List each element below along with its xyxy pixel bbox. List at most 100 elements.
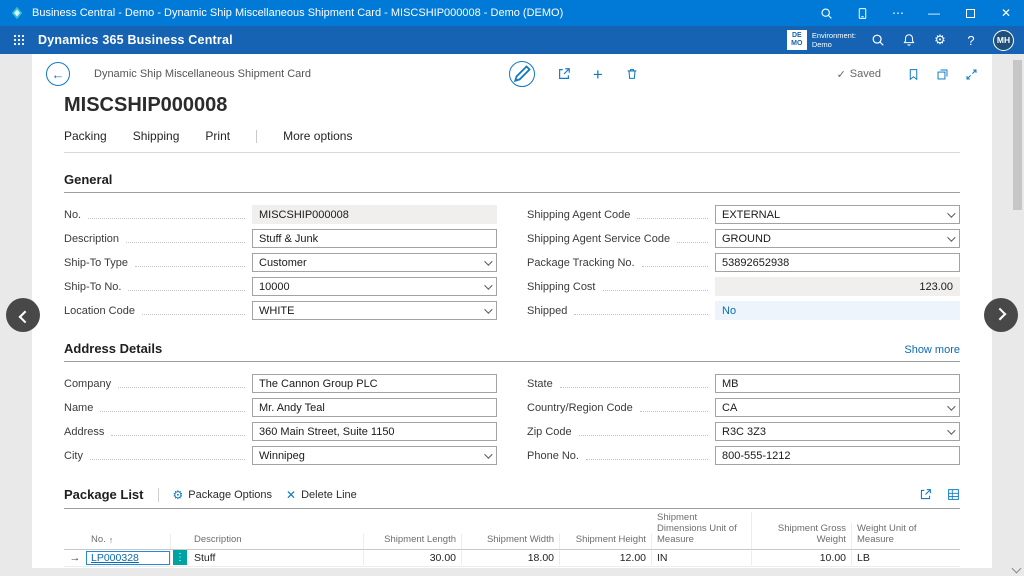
environment-badge[interactable]: DE MO Environment: Demo xyxy=(787,30,856,50)
chevron-down-icon xyxy=(484,257,492,265)
field-shipped: Shipped No xyxy=(527,301,960,320)
column-description[interactable]: Description xyxy=(189,534,364,549)
table-row[interactable]: LP000329 Junk 20.00 12.00 8.00 IN 5.00 L… xyxy=(64,567,960,568)
description-cell[interactable]: Stuff xyxy=(189,551,364,565)
titlebar-controls: ⋯ — ✕ xyxy=(808,0,1024,26)
length-cell[interactable]: 30.00 xyxy=(364,551,462,565)
column-shipment-height[interactable]: Shipment Height xyxy=(560,534,652,549)
column-weight-uom[interactable]: Weight Unit of Measure xyxy=(852,523,942,549)
field-country-region-code: Country/Region Code CA xyxy=(527,398,960,417)
column-shipment-length[interactable]: Shipment Length xyxy=(364,534,462,549)
chevron-down-icon xyxy=(947,209,955,217)
page-title: MISCSHIP000008 xyxy=(64,94,960,117)
menu-packing[interactable]: Packing xyxy=(64,129,107,143)
zip-code-select[interactable]: R3C 3Z3 xyxy=(715,422,960,441)
chevron-right-icon xyxy=(993,307,1006,320)
ship-to-type-select[interactable]: Customer xyxy=(252,253,497,272)
delete-line-icon: ✕ xyxy=(286,489,296,501)
city-select[interactable]: Winnipeg xyxy=(252,446,497,465)
share-button[interactable] xyxy=(557,67,571,81)
column-dimensions-uom[interactable]: Shipment Dimensions Unit of Measure xyxy=(652,512,752,549)
shipping-agent-code-select[interactable]: EXTERNAL xyxy=(715,205,960,224)
bookmark-icon[interactable] xyxy=(907,68,920,81)
field-city: City Winnipeg xyxy=(64,446,497,465)
browser-more-icon[interactable]: ⋯ xyxy=(880,0,916,26)
shipping-agent-service-code-select[interactable]: GROUND xyxy=(715,229,960,248)
state-field[interactable]: MB xyxy=(715,374,960,393)
row-selector-icon: → xyxy=(64,552,86,564)
package-tracking-no-field[interactable]: 53892652938 xyxy=(715,253,960,272)
user-avatar[interactable]: MH xyxy=(993,30,1014,51)
no-cell[interactable]: LP000328 xyxy=(86,551,171,565)
card-header-right-icons xyxy=(907,68,978,81)
product-title[interactable]: Dynamics 365 Business Central xyxy=(38,33,233,47)
search-icon[interactable] xyxy=(808,0,844,26)
column-shipment-width[interactable]: Shipment Width xyxy=(462,534,560,549)
check-icon: ✓ xyxy=(837,68,846,81)
location-code-select[interactable]: WHITE xyxy=(252,301,497,320)
waffle-icon[interactable] xyxy=(0,26,38,54)
field-shipping-cost: Shipping Cost 123.00 xyxy=(527,277,960,296)
company-field[interactable]: The Cannon Group PLC xyxy=(252,374,497,393)
width-cell[interactable]: 18.00 xyxy=(462,551,560,565)
table-row[interactable]: → LP000328 ⋮ Stuff 30.00 18.00 12.00 IN … xyxy=(64,550,960,567)
column-no[interactable]: No.↑ xyxy=(86,534,171,549)
scroll-down-arrow-icon[interactable] xyxy=(1012,564,1022,574)
field-package-tracking-no: Package Tracking No. 53892652938 xyxy=(527,253,960,272)
column-gross-weight[interactable]: Shipment Gross Weight xyxy=(752,523,852,549)
field-name: Name Mr. Andy Teal xyxy=(64,398,497,417)
menu-shipping[interactable]: Shipping xyxy=(133,129,180,143)
package-options-icon: ⚙ xyxy=(173,489,184,501)
new-record-button[interactable]: + xyxy=(593,66,603,83)
address-heading[interactable]: Address Details xyxy=(64,341,162,356)
row-menu-cell[interactable]: ⋮ xyxy=(171,550,189,565)
notifications-bell-icon[interactable] xyxy=(900,31,918,49)
show-more-link[interactable]: Show more xyxy=(904,344,960,356)
dim-uom-cell[interactable]: IN xyxy=(652,551,752,565)
business-central-app-icon xyxy=(10,6,24,20)
address-field[interactable]: 360 Main Street, Suite 1150 xyxy=(252,422,497,441)
previous-record-button[interactable] xyxy=(6,298,40,332)
open-in-new-window-icon[interactable] xyxy=(936,68,949,81)
description-field[interactable]: Stuff & Junk xyxy=(252,229,497,248)
close-icon[interactable]: ✕ xyxy=(988,0,1024,26)
field-ship-to-type: Ship-To Type Customer xyxy=(64,253,497,272)
environment-tile: DE MO xyxy=(787,30,807,50)
share-list-icon[interactable] xyxy=(919,488,932,501)
card-header: ← Dynamic Ship Miscellaneous Shipment Ca… xyxy=(32,54,992,94)
help-icon[interactable]: ? xyxy=(962,31,980,49)
row-context-menu-icon[interactable]: ⋮ xyxy=(173,550,187,565)
delete-trash-button[interactable] xyxy=(625,67,639,81)
menu-separator xyxy=(256,130,257,143)
gross-weight-cell[interactable]: 10.00 xyxy=(752,551,852,565)
address-fields: Company The Cannon Group PLC Name Mr. An… xyxy=(64,362,960,467)
breadcrumb[interactable]: Dynamic Ship Miscellaneous Shipment Card xyxy=(94,68,311,80)
edit-pencil-button[interactable] xyxy=(509,61,535,87)
package-options-button[interactable]: ⚙ Package Options xyxy=(173,489,273,501)
scrollbar-thumb[interactable] xyxy=(1013,60,1022,210)
install-app-icon[interactable] xyxy=(844,0,880,26)
expand-fullscreen-icon[interactable] xyxy=(965,68,978,81)
package-list-header: Package List ⚙ Package Options ✕ Delete … xyxy=(64,487,960,509)
ship-to-no-select[interactable]: 10000 xyxy=(252,277,497,296)
field-state: State MB xyxy=(527,374,960,393)
country-region-code-select[interactable]: CA xyxy=(715,398,960,417)
vertical-scrollbar[interactable] xyxy=(1013,58,1022,560)
card-actions: + xyxy=(509,61,639,87)
search-icon[interactable] xyxy=(869,31,887,49)
delete-line-button[interactable]: ✕ Delete Line xyxy=(286,489,357,501)
table-header-row: No.↑ Description Shipment Length Shipmen… xyxy=(64,512,960,550)
weight-uom-cell[interactable]: LB xyxy=(852,551,942,565)
minimize-icon[interactable]: — xyxy=(916,0,952,26)
height-cell[interactable]: 12.00 xyxy=(560,551,652,565)
maximize-icon[interactable] xyxy=(952,0,988,26)
back-button[interactable]: ← xyxy=(46,62,70,86)
name-field[interactable]: Mr. Andy Teal xyxy=(252,398,497,417)
phone-no-field[interactable]: 800-555-1212 xyxy=(715,446,960,465)
menu-more-options[interactable]: More options xyxy=(283,129,352,143)
menu-print[interactable]: Print xyxy=(205,129,230,143)
open-in-excel-icon[interactable] xyxy=(947,488,960,501)
settings-gear-icon[interactable]: ⚙ xyxy=(931,31,949,49)
general-heading[interactable]: General xyxy=(64,172,112,187)
shipment-card: ← Dynamic Ship Miscellaneous Shipment Ca… xyxy=(32,54,992,568)
